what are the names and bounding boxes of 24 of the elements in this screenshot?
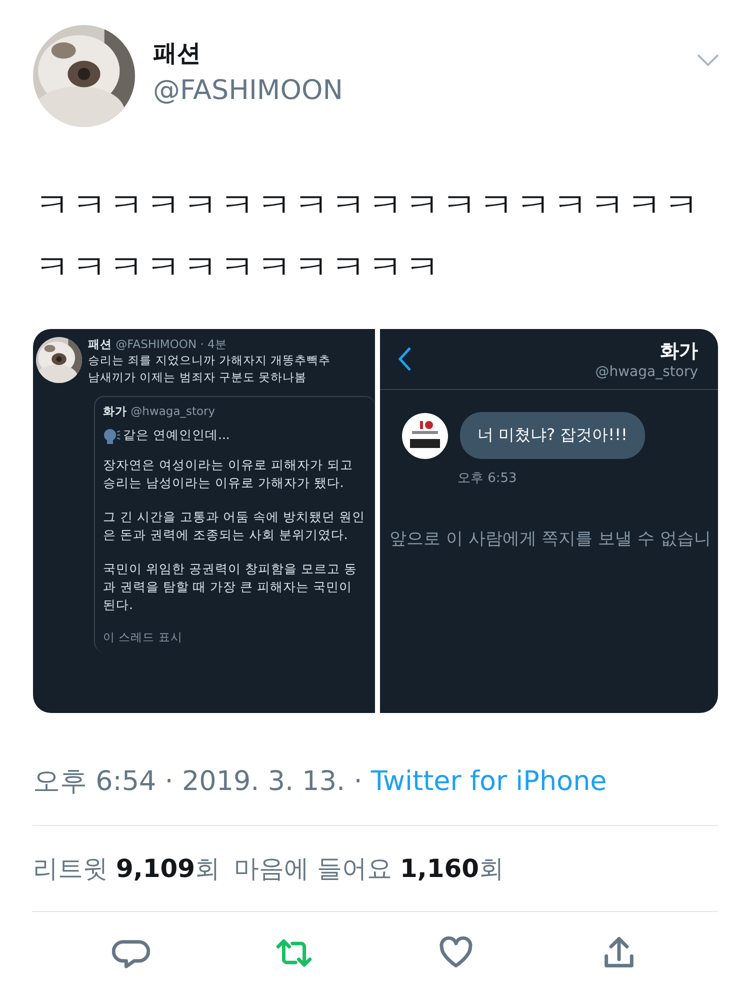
quoted-text: 그 긴 시간을 고통과 어둠 속에 방치됐던 원인은 돈과 권력에 조종되는 사회 분위기였다. (103, 508, 365, 544)
speaking-head-icon (103, 428, 121, 444)
conversation-name: 화가 (659, 339, 698, 364)
quoted-text: 같은 연예인인데... (123, 427, 230, 444)
conversation-handle: @hwaga_story (594, 364, 698, 380)
tweet-timestamp: 오후 6:54 · 2019. 3. 13. · Twitter for iPhone (33, 765, 608, 799)
message-screenshot[interactable]: 화가 @hwaga_story 너 미쳤냐? 잡것아!!! 오후 6:53 앞으로 이 사람에게 쪽지를 보낼 수 없습니 (380, 329, 718, 713)
screenshot-text: 남새끼가 이제는 범죄자 구분도 못하나봄 (88, 369, 308, 386)
message-time: 오후 6:53 (458, 470, 518, 487)
back-icon[interactable] (398, 346, 412, 372)
notice-text: 앞으로 이 사람에게 쪽지를 보낼 수 없습니 (388, 528, 712, 550)
author-name: 패션 (153, 38, 202, 69)
stat-text[interactable]: 리트윗 9,109회 (33, 852, 220, 885)
author-handle: @FASHIMOON (153, 75, 344, 106)
quoted-text: 국민이 위임한 공권력이 창피함을 모르고 동과 권력을 탐할 때 가장 큰 피해자는 국민이 된다. (103, 560, 358, 614)
screenshot-text: 승리는 죄를 지었으니까 가해자지 개똥추빽추 (88, 352, 331, 369)
message-bubble: 너 미쳤냐? 잡것아!!! (460, 412, 646, 459)
quoted-text: 장자연은 여성이라는 이유로 피해자가 되고 승리는 남성이라는 이유로 가해자가 됐다. (103, 456, 354, 492)
tweet-screenshot[interactable] (33, 329, 374, 713)
show-thread-link[interactable]: 이 스레드 표시 (103, 630, 366, 645)
stat-text[interactable]: 마음에 들어요 1,160회 (234, 852, 504, 885)
quoted-author: 화가 @hwaga_story (103, 404, 216, 419)
screenshot-author: 패션 @FASHIMOON · 4분 (88, 337, 228, 352)
tweet-text: ㅋㅋㅋㅋㅋㅋㅋㅋㅋㅋㅋㅋㅋㅋㅋㅋㅋㅋㅋㅋㅋㅋㅋㅋㅋㅋㅋㅋㅋ (35, 185, 702, 290)
